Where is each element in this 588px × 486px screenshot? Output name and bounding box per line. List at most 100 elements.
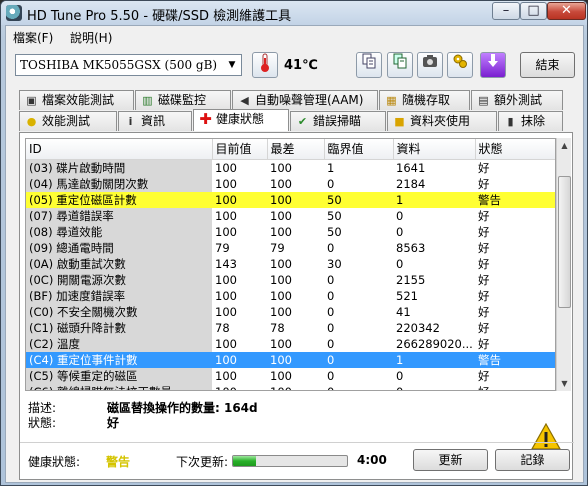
temperature-value: 41℃: [284, 58, 318, 73]
screenshot-button[interactable]: [417, 52, 443, 78]
disk-monitor-icon: ▥: [142, 94, 153, 107]
description-value: 磁區替換操作的數量: 164d: [107, 401, 258, 415]
column-header[interactable]: 狀態: [475, 139, 555, 160]
column-header[interactable]: 資料: [393, 139, 476, 160]
menu-help[interactable]: 說明(H): [70, 29, 112, 46]
column-header[interactable]: 臨界值: [324, 139, 394, 160]
table-cell: 100: [267, 351, 324, 368]
tab-file-benchmark[interactable]: ▣ 檔案效能測試: [19, 90, 134, 110]
table-row[interactable]: (07) 尋道錯誤率 100 100 50 0 好: [26, 207, 555, 224]
table-cell: 79: [270, 240, 285, 255]
table-cell: 100: [270, 224, 292, 239]
copy-all-button[interactable]: [387, 52, 413, 78]
table-row[interactable]: (04) 馬達啟動關閉次數 100 100 0 2184 好: [26, 175, 555, 192]
health-status-label: 健康狀態:: [28, 455, 81, 469]
table-row[interactable]: (09) 總通電時間 79 79 0 8563 好: [26, 239, 555, 256]
table-cell: 0: [327, 240, 335, 255]
random-access-icon: ▦: [386, 94, 397, 107]
table-cell: 100: [215, 336, 237, 351]
table-cell: 100: [270, 368, 292, 383]
tab-folder-usage[interactable]: ■ 資料夾使用: [387, 111, 497, 131]
column-header[interactable]: 最差: [267, 139, 325, 160]
table-row[interactable]: (0C) 開關電源次數 100 100 0 2155 好: [26, 271, 555, 288]
table-cell: (05) 重定位磁區計數: [26, 191, 212, 208]
table-cell: 0: [327, 320, 335, 335]
close-button[interactable]: ✕: [547, 2, 586, 20]
table-cell: 100: [212, 191, 267, 208]
error-scan-icon: ✔: [297, 115, 308, 128]
table-row[interactable]: (C1) 磁頭升降計數 78 78 0 220342 好: [26, 319, 555, 336]
table-cell: 521: [396, 288, 418, 303]
options-button[interactable]: [447, 52, 473, 78]
drive-select[interactable]: TOSHIBA MK5055GSX (500 gB) ▼: [15, 54, 242, 76]
table-row[interactable]: (C5) 等候重定的磁區 100 100 0 0 好: [26, 367, 555, 384]
update-progress-bar: [232, 455, 348, 467]
update-countdown: 4:00: [357, 453, 387, 467]
tab-disk-monitor[interactable]: ▥ 磁碟監控: [135, 90, 231, 110]
table-cell: 0: [327, 368, 335, 383]
scroll-thumb[interactable]: [558, 176, 571, 308]
table-row[interactable]: (C0) 不安全關機次數 100 100 0 41 好: [26, 303, 555, 320]
table-cell: (C6) 離線掃瞄無法校正數量: [26, 383, 212, 390]
table-cell: 0: [327, 272, 335, 287]
table-row[interactable]: (08) 尋道效能 100 100 50 0 好: [26, 223, 555, 240]
table-cell: 好: [475, 384, 555, 391]
table-cell: 100: [215, 176, 237, 191]
app-icon: [6, 5, 22, 21]
tab-aam[interactable]: ◀ 自動噪聲管理(AAM): [232, 90, 378, 110]
minimize-button[interactable]: –: [492, 2, 520, 20]
exit-button[interactable]: 結束: [520, 52, 575, 78]
table-cell: 100: [215, 272, 237, 287]
tab-extra-tests[interactable]: ▤ 額外測試: [471, 90, 563, 110]
menu-file[interactable]: 檔案(F): [13, 29, 53, 46]
table-cell: 1: [327, 160, 335, 175]
tab-info[interactable]: i 資訊: [118, 111, 192, 131]
trash-icon: ▮: [507, 115, 514, 128]
table-cell: 好: [478, 272, 490, 287]
save-button[interactable]: [480, 52, 506, 78]
table-cell: 50: [327, 208, 342, 223]
table-cell: 好: [478, 208, 490, 223]
table-cell: 100: [215, 160, 237, 175]
table-cell: 1641: [396, 160, 426, 175]
table-cell: 78: [270, 320, 285, 335]
extra-tests-icon: ▤: [478, 94, 489, 107]
table-row[interactable]: (BF) 加速度錯誤率 100 100 0 521 好: [26, 287, 555, 304]
table-cell: (C0) 不安全關機次數: [26, 303, 212, 320]
title-bar[interactable]: HD Tune Pro 5.50 - 硬碟/SSD 檢測維護工具 – □ ✕: [1, 1, 587, 25]
tab-random-access[interactable]: ▦ 隨機存取: [379, 90, 470, 110]
table-cell: 好: [478, 176, 490, 191]
scroll-up-icon[interactable]: ▲: [557, 138, 572, 153]
log-button[interactable]: 記錄: [495, 449, 570, 471]
table-cell: 0: [393, 384, 475, 391]
column-header[interactable]: 目前值: [212, 139, 268, 160]
progress-fill: [233, 456, 256, 466]
smart-table[interactable]: ID 目前值 最差 臨界值 資料 狀態 (03) 碟片啟動時間 100 100 1 16…: [25, 138, 556, 391]
table-cell: 0: [396, 224, 404, 239]
table-cell: 100: [270, 288, 292, 303]
column-header[interactable]: ID: [26, 139, 213, 160]
table-cell: 78: [215, 320, 230, 335]
tab-erase[interactable]: ▮ 抹除: [498, 111, 563, 131]
tab-error-scan[interactable]: ✔ 錯誤掃瞄: [290, 111, 386, 131]
table-cell: 50: [324, 191, 393, 208]
table-row[interactable]: (C4) 重定位事件計數 100 100 0 1 警告: [26, 351, 555, 368]
copy-button[interactable]: [356, 52, 382, 78]
table-cell: (0C) 開關電源次數: [26, 271, 212, 288]
vertical-scrollbar[interactable]: ▲ ▼: [556, 138, 571, 391]
table-row[interactable]: (05) 重定位磁區計數 100 100 50 1 警告: [26, 191, 555, 208]
maximize-button[interactable]: □: [520, 2, 547, 20]
table-row[interactable]: (03) 碟片啟動時間 100 100 1 1641 好: [26, 159, 555, 176]
update-button[interactable]: 更新: [413, 449, 488, 471]
tab-health[interactable]: ✚ 健康狀態: [193, 109, 289, 131]
table-cell: 0: [327, 336, 335, 351]
table-row[interactable]: (C2) 溫度 100 100 0 266289020... 好: [26, 335, 555, 352]
table-row[interactable]: (0A) 啟動重試次數 143 100 30 0 好: [26, 255, 555, 272]
table-row[interactable]: (C6) 離線掃瞄無法校正數量10010000好: [26, 383, 555, 391]
tab-benchmark[interactable]: ● 效能測試: [19, 111, 117, 131]
table-cell: (08) 尋道效能: [26, 223, 212, 240]
scroll-down-icon[interactable]: ▼: [557, 376, 572, 391]
next-update-label: 下次更新:: [176, 455, 229, 469]
table-cell: 100: [270, 304, 292, 319]
client-area: 檔案(F) 說明(H) TOSHIBA MK5055GSX (500 gB) ▼…: [5, 25, 584, 483]
